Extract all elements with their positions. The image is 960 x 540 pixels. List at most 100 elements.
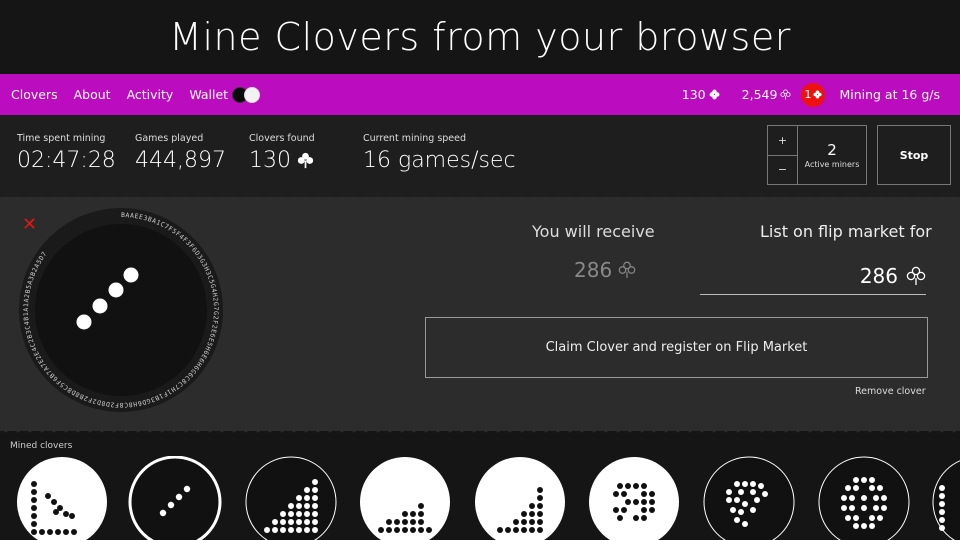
stop-button[interactable]: Stop [877,125,951,185]
clover-board: BAAEE3BA1C7F5F4F3F6D3G3H3C5G4H2G7G2F2E6E… [19,208,223,412]
stone [296,527,302,533]
stone [280,527,286,533]
stone [304,495,310,501]
list-price-input[interactable]: 286 [700,258,926,295]
stone [304,519,310,525]
stone [394,519,400,525]
stone [288,527,294,533]
stone [513,519,519,525]
mined-clover-3[interactable] [245,456,337,540]
mined-clovers-list [17,456,960,540]
stone [418,519,424,525]
active-miners-count: 2 [827,141,837,159]
mined-clover-4[interactable] [360,457,450,540]
stone [312,511,318,517]
claim-clover-button[interactable]: Claim Clover and register on Flip Market [425,317,928,378]
stone [312,487,318,493]
receive-value: 286 [574,258,636,282]
mined-clover-9[interactable] [932,457,960,540]
stone [521,527,527,533]
balance[interactable]: 2,549 [742,87,792,102]
active-miners-label: Active miners [804,160,860,169]
remove-miner-button[interactable]: − [768,156,797,185]
stone [497,527,503,533]
stone [529,511,535,517]
panel-top-edge [0,196,960,203]
stone [513,527,519,533]
mined-clover-8[interactable] [818,456,910,540]
wallet-toggle[interactable] [232,86,261,103]
stone [529,527,535,533]
stone [92,298,108,314]
stone [312,519,318,525]
add-miner-button[interactable]: + [768,126,797,156]
clover-outline-icon [906,266,926,285]
stone [304,527,310,533]
stone [296,519,302,525]
nav-about[interactable]: About [74,87,111,102]
clover-outline-icon [618,261,636,279]
clover-outline-icon [780,89,791,100]
stone [529,519,535,525]
clover-count-value: 130 [681,87,706,102]
stone [386,519,392,525]
stone [402,519,408,525]
stone [378,527,384,533]
stone [312,527,318,533]
close-icon[interactable]: ✕ [22,214,37,235]
balance-value: 2,549 [741,87,778,102]
stone [280,519,286,525]
clover-icon [297,152,314,169]
headline: Mine Clovers from your browser [0,0,960,74]
stone [296,503,302,509]
stone [272,527,278,533]
mined-clover-7[interactable] [703,456,795,540]
stone [272,519,278,525]
mined-clover-2[interactable] [128,456,222,540]
stat-label: Clovers found [249,133,315,144]
stat-value: 02:47:28 [17,148,116,173]
stone [108,282,124,298]
stone [288,503,294,509]
stat-games: Games played 444,897 [135,133,226,173]
mined-clover-6[interactable] [589,457,679,540]
notification-badge[interactable]: 1 [801,82,826,107]
stone [505,527,511,533]
stat-value: 130 [249,148,315,173]
clover-icon [813,90,822,99]
miner-info: 2 Active miners [798,126,866,184]
stat-label: Games played [135,133,204,144]
stone [418,511,424,517]
stat-time: Time spent mining 02:47:28 [17,133,116,173]
mining-status: Mining at 16 g/s [839,87,940,102]
stone [288,511,294,517]
stone [394,527,400,533]
remove-clover-link[interactable]: Remove clover [855,386,926,397]
stone [386,527,392,533]
stat-value: 444,897 [135,148,226,173]
stone [296,495,302,501]
stone [304,503,310,509]
stone [537,503,543,509]
stone [304,487,310,493]
mined-clover-5[interactable] [475,457,565,540]
nav-clovers[interactable]: Clovers [11,87,58,102]
mined-clover-1[interactable] [17,457,107,540]
stone [537,495,543,501]
stone [521,519,527,525]
stone [280,511,286,517]
stat-label: Time spent mining [17,133,106,144]
stone [537,519,543,525]
stone [296,511,302,517]
stone [288,519,294,525]
clover-icon [709,89,720,100]
white-stone-icon [244,86,261,103]
stone [264,527,270,533]
stone [426,527,432,533]
clover-count[interactable]: 130 [682,87,720,102]
nav-activity[interactable]: Activity [127,87,174,102]
stone [312,479,318,485]
top-nav: Clovers About Activity Wallet 130 2,549 … [0,74,960,115]
nav-wallet[interactable]: Wallet [189,87,228,102]
stone [521,511,527,517]
